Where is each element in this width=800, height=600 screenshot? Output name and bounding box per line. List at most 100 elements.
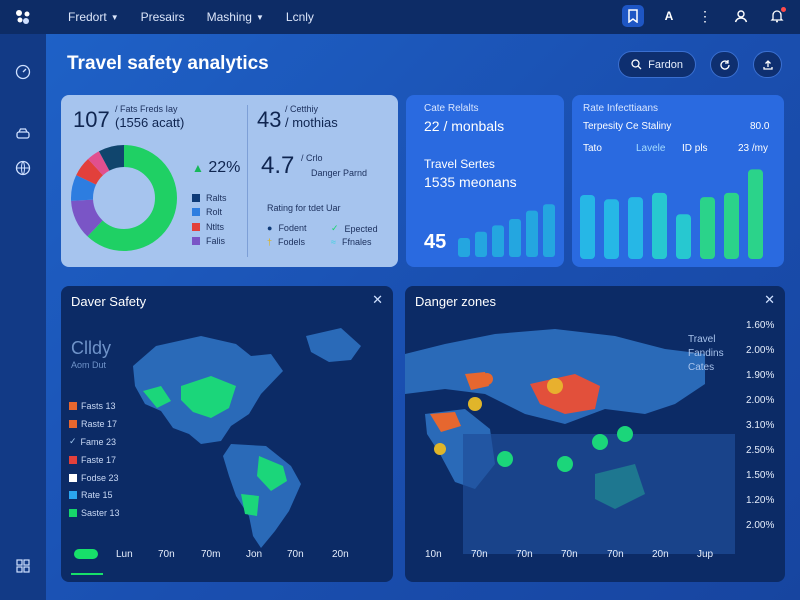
map-legend-item: Fasts 13 — [69, 401, 116, 411]
trend-bar[interactable] — [492, 225, 504, 257]
nav-item-lcnly[interactable]: Lcnly — [286, 10, 314, 24]
sidebar-item-settings[interactable] — [13, 556, 33, 576]
export-button[interactable] — [710, 51, 739, 78]
x-axis-label: 20n — [652, 549, 669, 560]
legend-label: Faste 17 — [81, 455, 117, 465]
y-axis-label: 2.50% — [746, 445, 775, 456]
more-icon: ⋮ — [698, 7, 712, 24]
legend-swatch — [192, 223, 200, 231]
donut-chart[interactable] — [69, 143, 179, 253]
sidebar-item-dashboard[interactable] — [13, 62, 33, 82]
bars-col-rate[interactable]: 23 /my — [738, 143, 768, 154]
timeline-label[interactable]: 70m — [201, 549, 220, 560]
bars-chart-bar[interactable] — [700, 197, 715, 259]
account-button[interactable] — [730, 5, 752, 27]
danger-zone-map[interactable] — [405, 314, 735, 554]
close-icon[interactable]: ✕ — [372, 292, 383, 308]
legend-swatch — [69, 474, 77, 482]
search-button[interactable]: Fardon — [618, 51, 696, 78]
bars-col-tato[interactable]: Tato — [583, 143, 602, 154]
bars-chart-bar[interactable] — [580, 195, 595, 259]
bars-card: Rate Infecttiaans Terpesity Ce Staliny 8… — [572, 95, 784, 267]
timeline-label[interactable]: 20n — [332, 549, 349, 560]
bars-chart-bar[interactable] — [652, 192, 667, 259]
bars-col-id-pls[interactable]: ID pls — [682, 143, 708, 154]
top-navigation-bar: Fredort ▼ Presairs Mashing ▼ Lcnly A ⋮ — [0, 0, 800, 34]
nav-item-fredort[interactable]: Fredort ▼ — [68, 10, 119, 24]
map-legend-item: Raste 17 — [69, 419, 117, 429]
legend-label: Fodse 23 — [81, 473, 119, 483]
bars-card-title: Rate Infecttiaans — [583, 103, 659, 114]
bars-col-lavele[interactable]: Lavele — [636, 143, 665, 154]
stat-countries-value: 43 — [257, 107, 282, 132]
search-button-label: Fardon — [648, 58, 683, 71]
bars-chart-bar[interactable] — [724, 192, 739, 259]
search-icon — [631, 59, 642, 70]
bars-chart-bar[interactable] — [676, 214, 691, 259]
notification-badge — [781, 7, 786, 12]
trend-bar[interactable] — [475, 231, 487, 257]
y-axis-label: 2.00% — [746, 395, 775, 406]
bars-chart-bar[interactable] — [604, 199, 619, 259]
danger-zones-card: Danger zones ✕ Travel Fandins Cates — [405, 286, 785, 582]
share-button[interactable] — [753, 51, 782, 78]
chevron-down-icon: ▼ — [110, 12, 119, 22]
dashboard-icon — [15, 64, 31, 80]
y-axis-label: 1.60% — [746, 320, 775, 331]
globe-icon — [15, 160, 31, 176]
timeline-label[interactable]: 70n — [158, 549, 175, 560]
bars-chart-bar[interactable] — [628, 197, 643, 259]
share-icon — [762, 59, 773, 70]
bars-chart-bar[interactable] — [748, 169, 763, 259]
more-button[interactable]: ⋮ — [694, 5, 716, 27]
trend-bar[interactable] — [509, 219, 521, 257]
timeline-label[interactable]: 70n — [287, 549, 304, 560]
legend-label: Rate 15 — [81, 490, 113, 500]
trend-bar-chart[interactable] — [458, 197, 558, 257]
nav-item-label: Presairs — [140, 10, 185, 24]
font-button[interactable]: A — [658, 5, 680, 27]
tilde-icon: ≈ — [331, 237, 336, 247]
close-icon[interactable]: ✕ — [764, 292, 775, 308]
trend-bar[interactable] — [526, 210, 538, 257]
app-logo[interactable] — [0, 0, 46, 34]
nav-item-label: Fredort — [68, 10, 107, 24]
timeline-label[interactable]: Jon — [246, 549, 262, 560]
timeline-toggle[interactable] — [74, 549, 98, 559]
stat-countries-label: / Cetthiy — [285, 104, 319, 114]
map-card-title: Danger zones — [415, 294, 496, 309]
sidebar-item-vehicles[interactable] — [13, 124, 33, 144]
sidebar — [0, 34, 46, 600]
summary-card: 107 / Fats Freds Iay (1556 acatt) 43 / C… — [61, 95, 398, 267]
bars-chart[interactable] — [580, 161, 770, 261]
x-axis-label: 70n — [607, 549, 624, 560]
dagger-icon: † — [267, 237, 273, 247]
notifications-button[interactable] — [766, 5, 788, 27]
map-overlay-line: Fandins — [688, 348, 724, 359]
legend-swatch — [69, 491, 77, 499]
legend-swatch — [192, 237, 200, 245]
page-title: Travel safety analytics — [67, 53, 269, 74]
legend-swatch — [69, 456, 77, 464]
trend-bar[interactable] — [458, 238, 470, 257]
nav-item-presairs[interactable]: Presairs — [141, 10, 185, 24]
map-legend-item: Faste 17 — [69, 455, 116, 465]
legend-label: Epected — [344, 223, 378, 234]
bookmark-button[interactable] — [622, 5, 644, 27]
rating-value: 4.7 — [261, 152, 295, 179]
nav-item-mashing[interactable]: Mashing ▼ — [207, 10, 264, 24]
x-axis-label: 70n — [516, 549, 533, 560]
bars-card-metric-label: Terpesity Ce Staliny — [583, 121, 672, 132]
logo-icon — [16, 10, 30, 24]
donut-legend-item: Ntlts — [192, 222, 224, 232]
legend-swatch — [192, 208, 200, 216]
y-axis-label: 2.00% — [746, 520, 775, 531]
timeline-label[interactable]: Lun — [116, 549, 133, 560]
sidebar-item-globe[interactable] — [13, 158, 33, 178]
trend-bar[interactable] — [543, 204, 555, 257]
trend-up-icon: ▲ — [192, 161, 204, 175]
legend-swatch — [69, 420, 77, 428]
bars-card-metric-value: 80.0 — [750, 121, 770, 132]
stat-countries-sub: / mothias — [285, 115, 338, 130]
stat-trips-value: 107 — [73, 107, 110, 132]
